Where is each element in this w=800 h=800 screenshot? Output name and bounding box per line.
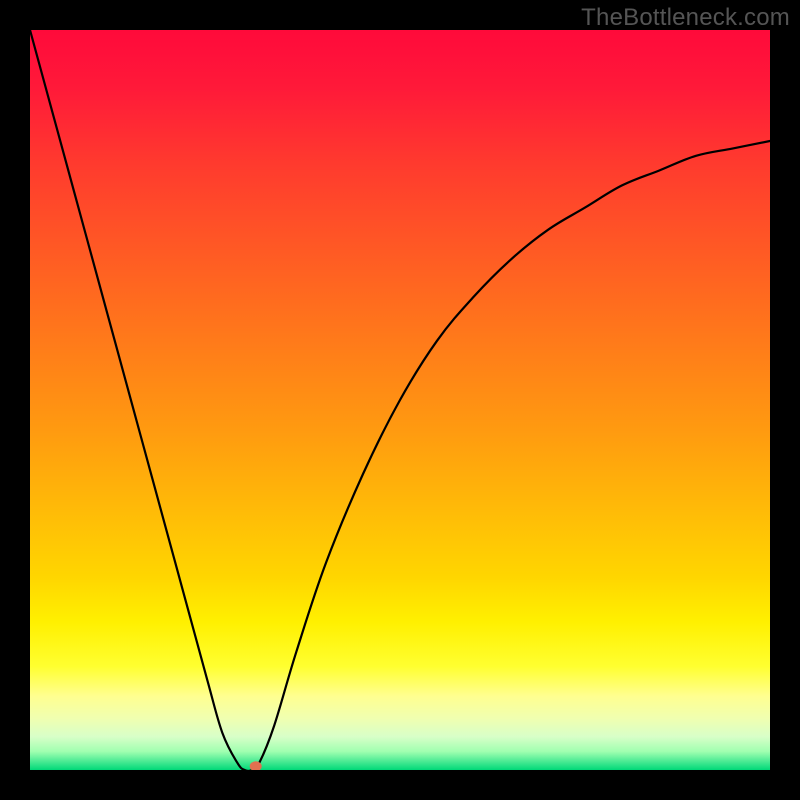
chart-container: TheBottleneck.com xyxy=(0,0,800,800)
curve-layer xyxy=(30,30,770,770)
plot-area xyxy=(30,30,770,770)
watermark-text: TheBottleneck.com xyxy=(581,4,790,32)
bottleneck-curve xyxy=(30,30,770,770)
